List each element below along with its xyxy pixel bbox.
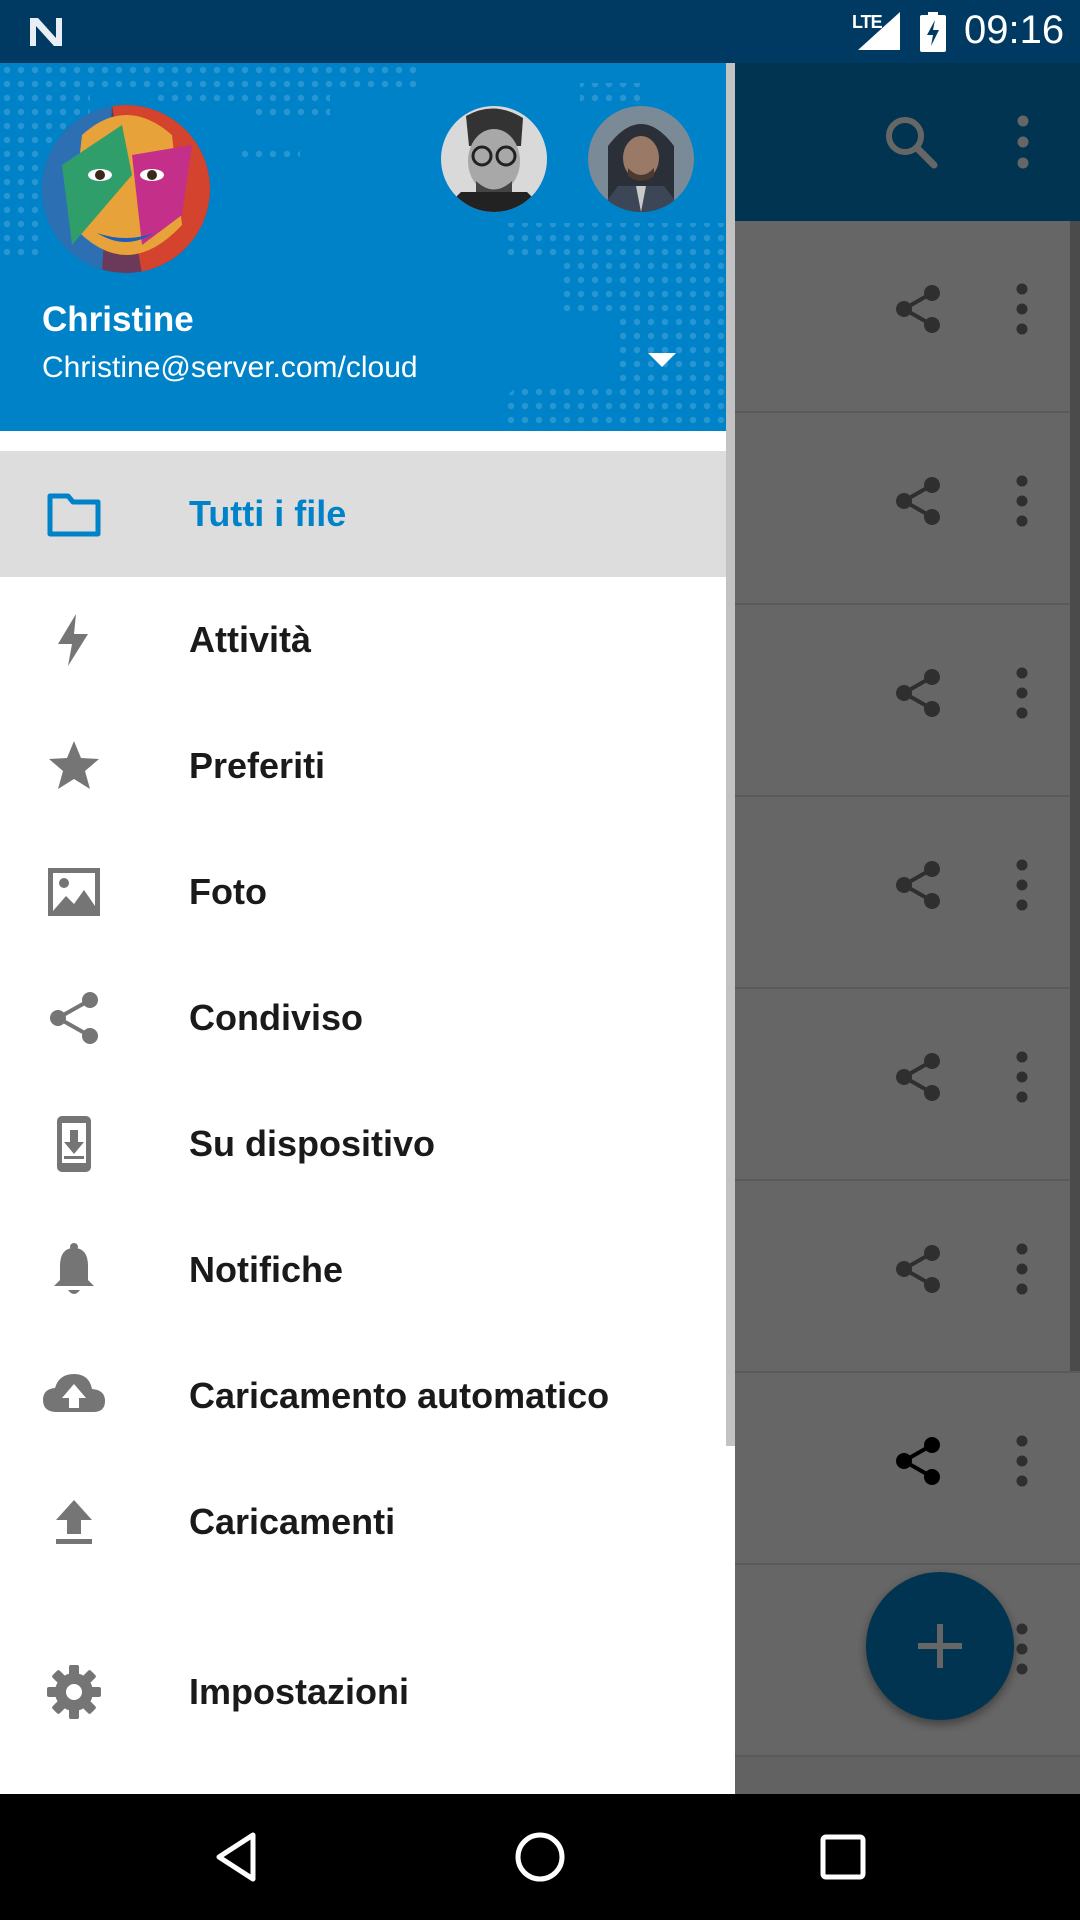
menu-item-photos[interactable]: Foto — [0, 829, 726, 955]
menu-item-uploads[interactable]: Caricamenti — [0, 1459, 726, 1585]
status-bar: LTE 09:16 — [0, 0, 1080, 63]
other-account-avatar-2[interactable] — [588, 106, 694, 212]
menu-item-settings[interactable]: Impostazioni — [0, 1629, 726, 1755]
menu-item-label: Caricamenti — [189, 1501, 396, 1542]
account-email: Christine@server.com/cloud — [42, 351, 418, 384]
image-icon — [48, 868, 100, 916]
menu-item-notifications[interactable]: Notifiche — [0, 1207, 726, 1333]
menu-item-favorites[interactable]: Preferiti — [0, 703, 726, 829]
menu-item-label: Preferiti — [189, 745, 326, 786]
menu-item-label: Caricamento automatico — [189, 1375, 610, 1416]
navigation-drawer: Christine Christine@server.com/cloud Tut… — [0, 63, 735, 1794]
account-dropdown-icon[interactable] — [646, 349, 678, 369]
other-account-avatar-1[interactable] — [441, 106, 547, 212]
menu-item-shared[interactable]: Condiviso — [0, 955, 726, 1081]
current-account-avatar[interactable] — [42, 105, 210, 273]
menu-item-label: Impostazioni — [189, 1671, 410, 1712]
share-icon — [50, 992, 98, 1044]
menu-item-all-files[interactable]: Tutti i file — [0, 451, 726, 577]
menu-item-auto-upload[interactable]: Caricamento automatico — [0, 1333, 726, 1459]
battery-charging-icon — [920, 12, 946, 52]
menu-item-label: Su dispositivo — [189, 1123, 436, 1164]
bolt-icon — [58, 614, 88, 666]
menu-item-label: Notifiche — [189, 1249, 344, 1290]
back-icon[interactable] — [207, 1827, 267, 1887]
drawer-header: Christine Christine@server.com/cloud — [0, 63, 735, 431]
avatar-image — [588, 106, 694, 212]
system-nav-bar — [0, 1794, 1080, 1920]
drawer-menu: Tutti i file Attività Preferiti Foto Con… — [0, 451, 726, 1755]
menu-item-label: Condiviso — [189, 997, 364, 1038]
phone-download-icon — [57, 1116, 91, 1172]
account-name: Christine — [42, 300, 194, 339]
avatar-image — [42, 105, 210, 273]
gear-icon — [47, 1665, 101, 1719]
menu-item-on-device[interactable]: Su dispositivo — [0, 1081, 726, 1207]
network-type: LTE — [852, 12, 883, 32]
avatar-image — [441, 106, 547, 212]
clock: 09:16 — [964, 8, 1065, 52]
cloud-upload-icon — [43, 1374, 105, 1412]
notification-n-icon — [30, 18, 62, 46]
menu-item-label: Foto — [189, 871, 267, 912]
upload-icon — [56, 1500, 92, 1544]
menu-item-label: Tutti i file — [189, 493, 347, 534]
recents-icon[interactable] — [813, 1827, 873, 1887]
home-icon[interactable] — [510, 1827, 570, 1887]
star-icon — [49, 741, 99, 789]
drawer-scrollbar[interactable] — [726, 63, 735, 1446]
bell-icon — [54, 1243, 94, 1294]
menu-item-label: Attività — [189, 619, 312, 660]
folder-icon — [47, 493, 101, 537]
menu-item-activity[interactable]: Attività — [0, 577, 726, 703]
